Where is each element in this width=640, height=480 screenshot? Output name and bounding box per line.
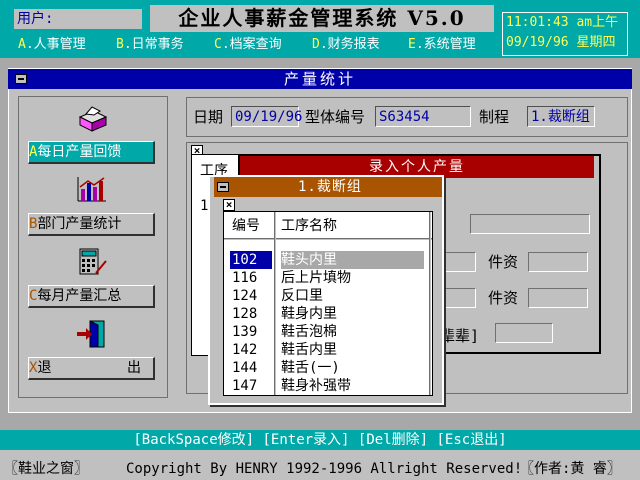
wage-field-2[interactable] [528, 288, 588, 308]
window-title: 产量统计 [8, 69, 632, 89]
popup-close-icon[interactable]: × [223, 199, 235, 211]
left-panel: A每日产量回馈 B部门产量统计 C每月产量汇总 X退出 [18, 96, 168, 398]
clock-panel: 11:01:43 am上午 09/19/96 星期四 [502, 12, 628, 56]
process-list: 编号 工序名称 102 鞋头内里 116 后上片填物 124 反口里 128 鞋身内里 … [223, 211, 433, 396]
process-popup-title: 1.裁断组 [298, 179, 362, 195]
column-divider-right [429, 212, 431, 395]
process-label: 制程 [479, 108, 510, 126]
list-item[interactable]: 116 后上片填物 [226, 269, 426, 287]
wage-label-2: 件资 [488, 289, 519, 307]
daily-output-feedback-button[interactable]: A每日产量回馈 [28, 141, 155, 164]
bar-chart-icon [77, 177, 106, 202]
department-output-stats-button[interactable]: B部门产量统计 [28, 213, 155, 236]
process-popup-titlebar: 1.裁断组 [214, 177, 442, 197]
user-field: 用户: [14, 9, 142, 29]
header-divider [224, 238, 432, 240]
partial-label: 辈辈] [440, 327, 480, 345]
window-menu-icon[interactable] [15, 74, 27, 84]
key-hint-bar: [BackSpace修改] [Enter录入] [Del删除] [Esc退出] [0, 430, 640, 450]
footer-copyright: Copyright By HENRY 1992-1996 Allright Re… [126, 461, 523, 477]
menu-item-archive-query[interactable]: C.档案查询 [210, 34, 286, 55]
wage-field-1[interactable] [528, 252, 588, 272]
wage-label-1: 件资 [488, 253, 519, 271]
status-divider [0, 450, 640, 458]
list-item[interactable]: 142 鞋舌内里 [226, 341, 426, 359]
list-item[interactable]: 139 鞋舌泡棉 [226, 323, 426, 341]
user-label: 用户: [17, 11, 54, 27]
date-label: 日期 [193, 108, 224, 126]
clock-date: 09/19/96 星期四 [506, 35, 616, 50]
entry-field-extra[interactable] [495, 323, 553, 343]
system-title: 企业人事薪金管理系统 V5.0 [150, 5, 494, 32]
popup-menu-icon[interactable] [217, 182, 229, 192]
menu-item-daily-affairs[interactable]: B.日常事务 [112, 34, 188, 55]
date-field[interactable]: 09/19/96 [231, 106, 302, 127]
entry-field-name[interactable] [470, 214, 590, 234]
model-label: 型体编号 [305, 108, 366, 126]
exit-button[interactable]: X退出 [28, 357, 155, 380]
info-panel: 日期 09/19/96 型体编号 S63454 制程 1.裁断组 [186, 97, 628, 137]
exit-door-icon [77, 320, 105, 348]
menu-item-finance-reports[interactable]: D.财务报表 [308, 34, 384, 55]
column-header-code: 编号 [232, 218, 260, 234]
footer-left: 〖鞋业之窗〗 [4, 461, 88, 477]
menu-item-personnel[interactable]: A.人事管理 [14, 34, 90, 55]
list-item[interactable]: 102 鞋头内里 [226, 251, 426, 269]
list-item[interactable]: 128 鞋身内里 [226, 305, 426, 323]
printer-icon [78, 106, 108, 132]
list-item[interactable]: 144 鞋舌(一) [226, 359, 426, 377]
monthly-output-summary-button[interactable]: C每月产量汇总 [28, 285, 155, 308]
calculator-icon [79, 248, 107, 275]
clock-time: 11:01:43 am上午 [506, 15, 619, 30]
list-item[interactable]: 124 反口里 [226, 287, 426, 305]
footer-bar: 〖鞋业之窗〗 Copyright By HENRY 1992-1996 Allr… [0, 458, 640, 480]
main-menu: A.人事管理 B.日常事务 C.档案查询 D.财务报表 E.系统管理 [14, 34, 494, 55]
footer-author: 〖作者:黄 睿〗 [520, 461, 621, 477]
column-header-name: 工序名称 [281, 218, 337, 234]
entry-field-qty-2[interactable] [440, 288, 476, 308]
entry-field-qty-1[interactable] [440, 252, 476, 272]
list-item[interactable]: 147 鞋身补强带 [226, 377, 426, 395]
process-field[interactable]: 1.裁断组 [527, 106, 595, 127]
model-number-field[interactable]: S63454 [375, 106, 471, 127]
menu-item-system-admin[interactable]: E.系统管理 [404, 34, 480, 55]
